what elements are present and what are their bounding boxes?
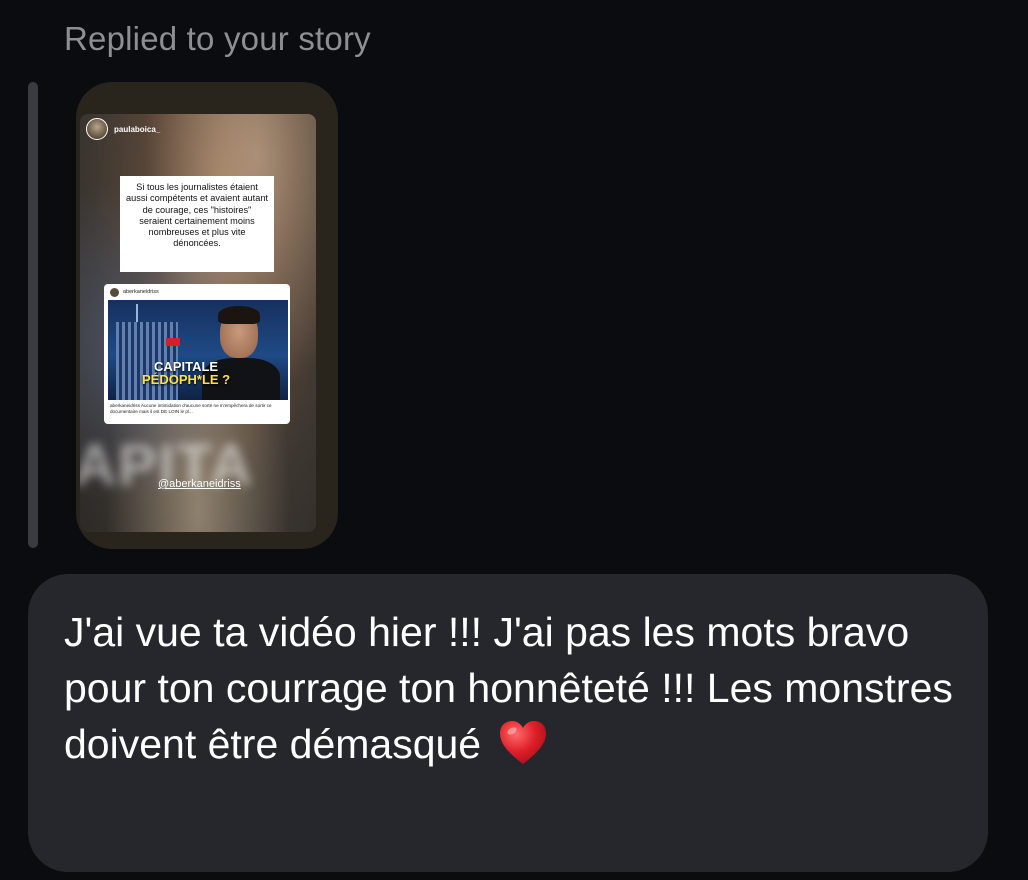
dm-thread: Replied to your story APITA paulaboica_ … [0, 0, 1028, 880]
person-hair [218, 306, 260, 324]
story-quote-text: Si tous les journalistes étaient aussi c… [120, 176, 274, 272]
reply-indicator-bar [28, 82, 38, 548]
story-author: paulaboica_ [86, 118, 160, 140]
shared-post-card: aberkaneidriss CAPITALE PÉDOPH*LE ? aber… [104, 284, 290, 424]
story-preview[interactable]: APITA paulaboica_ Si tous les journalist… [76, 82, 338, 549]
story-mention-link[interactable]: @aberkaneidriss [158, 478, 241, 490]
message-content: J'ai vue ta vidéo hier !!! J'ai pas les … [64, 604, 954, 772]
story-avatar [86, 118, 108, 140]
shared-post-image: CAPITALE PÉDOPH*LE ? [108, 300, 288, 400]
shared-post-title-line2: PÉDOPH*LE ? [142, 372, 231, 387]
rts-sign [166, 338, 180, 346]
message-bubble[interactable]: J'ai vue ta vidéo hier !!! J'ai pas les … [28, 574, 988, 872]
antenna-shape [136, 304, 138, 324]
replied-to-story-label: Replied to your story [64, 20, 371, 57]
heart-icon [499, 721, 546, 764]
shared-post-avatar [110, 287, 119, 297]
story-content: APITA paulaboica_ Si tous les journalist… [80, 114, 316, 532]
shared-post-username: aberkaneidriss [123, 289, 159, 295]
shared-post-header: aberkaneidriss [104, 284, 290, 300]
story-username: paulaboica_ [114, 124, 161, 134]
shared-post-caption: aberkaneidriss Aucune intimidation d'auc… [110, 403, 272, 414]
shared-post-title: CAPITALE PÉDOPH*LE ? [142, 360, 230, 386]
